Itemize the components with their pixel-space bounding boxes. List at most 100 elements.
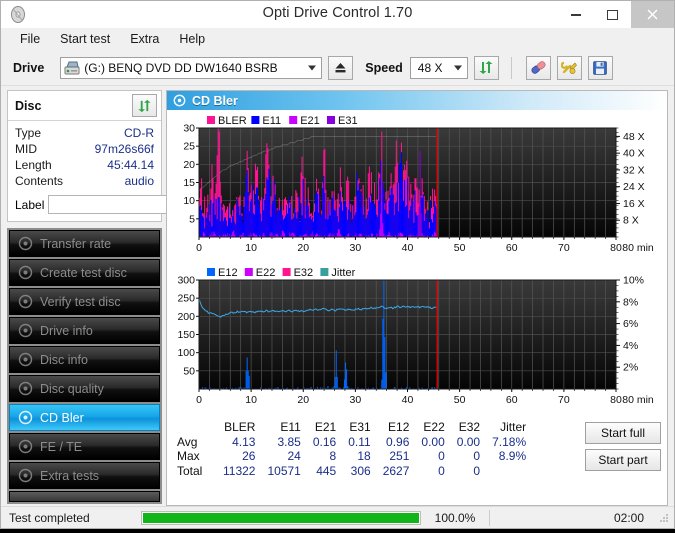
disc-info-icon xyxy=(18,352,33,367)
svg-text:48 X: 48 X xyxy=(623,131,645,143)
svg-text:E22: E22 xyxy=(256,267,276,279)
close-button[interactable] xyxy=(631,1,674,28)
disc-fields: Type CD-R MID 97m26s66f Length 45:44.14 … xyxy=(8,121,255,221)
cell-total-bler: 11322 xyxy=(223,463,256,478)
extra-tests-icon xyxy=(18,468,33,483)
drive-toolbar: Drive (G:) BENQ DVD DD DW1640 BSRB Speed… xyxy=(1,50,674,86)
svg-text:20: 20 xyxy=(183,159,195,171)
cell-max-jitter: 8.9% xyxy=(498,449,527,464)
col-e32: E32 xyxy=(458,420,481,435)
svg-text:25: 25 xyxy=(183,141,195,153)
drive-info-icon xyxy=(18,323,33,338)
tools-button[interactable] xyxy=(556,55,582,80)
speed-select[interactable]: 48 X xyxy=(409,56,468,79)
refresh-button[interactable] xyxy=(473,55,499,80)
svg-text:150: 150 xyxy=(177,329,195,341)
drive-label: Drive xyxy=(13,60,45,75)
chevron-down-icon xyxy=(453,65,462,70)
sidebar-item-label: Drive info xyxy=(40,323,93,338)
svg-text:BLER: BLER xyxy=(218,115,247,127)
svg-text:50: 50 xyxy=(454,394,466,406)
maximize-button[interactable] xyxy=(594,1,631,28)
drive-select[interactable]: (G:) BENQ DVD DD DW1640 BSRB xyxy=(60,56,323,79)
cd-bler-panel: CD Bler 5 10 15 20 25 30 0 10 20 30 40 50 60 70 80 80 m… xyxy=(166,90,668,506)
sidebar-item-label: Transfer rate xyxy=(40,236,112,251)
cell-total-e31: 306 xyxy=(350,463,371,478)
erase-button[interactable] xyxy=(525,55,551,80)
sidebar: Disc Type CD-R MID 97m26s66f Length 45:4… xyxy=(1,86,255,526)
disc-field-contents: Contents audio xyxy=(15,173,154,189)
svg-text:5: 5 xyxy=(189,213,195,225)
disc-label-row: Label xyxy=(15,193,255,216)
svg-text:300: 300 xyxy=(177,275,195,287)
sidebar-item-fe-te[interactable]: FE / TE xyxy=(9,433,160,460)
svg-text:40: 40 xyxy=(402,242,414,254)
results-table: BLER E11 E21 E31 E12 E22 E32 Jitter Avg … xyxy=(173,420,532,478)
content-area: CD Bler 5 10 15 20 25 30 0 10 20 30 40 50 60 70 80 80 m… xyxy=(166,86,674,506)
sidebar-item-disc-quality[interactable]: Disc quality xyxy=(9,375,160,402)
main-row: Disc Type CD-R MID 97m26s66f Length 45:4… xyxy=(1,86,674,526)
e12-jitter-chart: 50 100 150 200 250 300 0 10 20 30 40 50 60 70 80 80 min… xyxy=(169,264,665,416)
col-e11: E11 xyxy=(280,420,301,435)
svg-text:100: 100 xyxy=(177,347,195,359)
cell-avg-e11: 3.85 xyxy=(277,434,301,449)
cell-avg-jitter: 7.18% xyxy=(492,434,527,449)
disc-field-contents-key: Contents xyxy=(15,174,64,188)
sidebar-item-disc-info[interactable]: Disc info xyxy=(9,346,160,373)
svg-text:E32: E32 xyxy=(294,267,314,279)
svg-text:50: 50 xyxy=(183,365,195,377)
sidebar-item-extra-tests[interactable]: Extra tests xyxy=(9,462,160,489)
sidebar-item-drive-info[interactable]: Drive info xyxy=(9,317,160,344)
start-full-button[interactable]: Start full xyxy=(585,422,661,444)
disc-refresh-button[interactable] xyxy=(132,94,157,117)
title-bar: Opti Drive Control 1.70 xyxy=(1,1,674,28)
svg-text:10: 10 xyxy=(245,394,257,406)
svg-text:Jitter: Jitter xyxy=(331,267,355,279)
sidebar-item-create-test-disc[interactable]: Create test disc xyxy=(9,259,160,286)
resize-grip-icon[interactable] xyxy=(658,512,670,524)
cell-avg-e21: 0.16 xyxy=(312,434,337,449)
app-window: Opti Drive Control 1.70 File Start test … xyxy=(0,0,675,529)
cell-total-e12: 2627 xyxy=(382,463,410,478)
col-e12: E12 xyxy=(388,420,410,435)
sidebar-item-label: Extra tests xyxy=(40,468,100,483)
table-row: Total 11322 10571 445 306 2627 0 0 xyxy=(173,464,532,479)
svg-text:10%: 10% xyxy=(623,275,644,287)
menu-extra[interactable]: Extra xyxy=(120,30,169,48)
transfer-rate-icon xyxy=(18,236,33,251)
sidebar-item-cd-bler[interactable]: CD Bler xyxy=(9,404,160,431)
nav-list: Transfer rate Create test disc Verify te… xyxy=(7,228,162,504)
bler-chart: 5 10 15 20 25 30 0 10 20 30 40 50 60 70 80 80 min 8 X 16 … xyxy=(169,112,665,264)
disc-panel: Disc Type CD-R MID 97m26s66f Length 45:4… xyxy=(7,90,255,222)
toolbar-divider xyxy=(510,56,512,79)
sidebar-item-transfer-rate[interactable]: Transfer rate xyxy=(9,230,160,257)
cell-max-e11: 24 xyxy=(287,449,301,464)
menu-help[interactable]: Help xyxy=(169,30,215,48)
disc-field-mid-key: MID xyxy=(15,142,37,156)
table-header-row: BLER E11 E21 E31 E12 E22 E32 Jitter xyxy=(173,420,532,435)
svg-text:80: 80 xyxy=(610,394,622,406)
svg-text:E11: E11 xyxy=(262,115,281,127)
cell-avg-bler: 4.13 xyxy=(232,434,256,449)
fe-te-icon xyxy=(18,439,33,454)
eject-button[interactable] xyxy=(328,55,354,80)
svg-text:30: 30 xyxy=(350,394,362,406)
svg-text:20: 20 xyxy=(297,394,309,406)
menu-file[interactable]: File xyxy=(10,30,50,48)
save-button[interactable] xyxy=(587,55,613,80)
disc-field-type-value: CD-R xyxy=(124,126,154,140)
disc-label-key: Label xyxy=(15,197,45,212)
sidebar-item-verify-test-disc[interactable]: Verify test disc xyxy=(9,288,160,315)
start-part-button[interactable]: Start part xyxy=(585,449,661,471)
sidebar-item-label: Verify test disc xyxy=(40,294,121,309)
disc-field-type-key: Type xyxy=(15,126,42,140)
minimize-button[interactable] xyxy=(557,1,594,28)
svg-text:20: 20 xyxy=(297,242,309,254)
col-bler: BLER xyxy=(224,420,256,435)
svg-text:10: 10 xyxy=(245,242,257,254)
cell-avg-e12: 0.96 xyxy=(386,434,410,449)
disc-field-mid: MID 97m26s66f xyxy=(15,141,154,157)
progress-bar xyxy=(141,510,421,525)
disc-panel-title: Disc xyxy=(15,98,42,113)
menu-start-test[interactable]: Start test xyxy=(50,30,120,48)
